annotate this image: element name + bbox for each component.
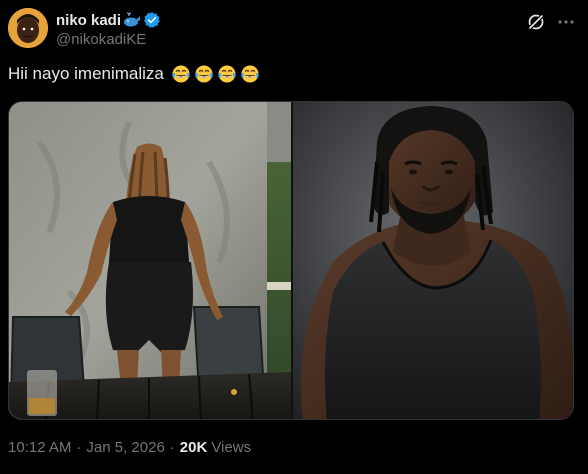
photo-wrestler-portrait[interactable] [293, 102, 574, 420]
grok-icon[interactable] [526, 12, 546, 32]
meta-separator: · [76, 439, 82, 456]
laughing-emoji-group [168, 64, 260, 84]
tweet-time[interactable]: 10:12 AM [8, 439, 71, 456]
photo-woman-from-behind[interactable] [9, 102, 291, 420]
tweet-text-body: Hii nayo imenimaliza [8, 64, 164, 83]
tweet-media[interactable] [8, 101, 574, 420]
face-with-tears-of-joy-icon [240, 64, 260, 84]
face-with-tears-of-joy-icon [171, 64, 191, 84]
author-handle[interactable]: @nikokadiKE [56, 31, 146, 48]
face-with-tears-of-joy-icon [194, 64, 214, 84]
face-with-tears-of-joy-icon [217, 64, 237, 84]
verified-badge-icon[interactable] [143, 11, 161, 29]
meta-separator-2: · [169, 439, 175, 456]
author-display-name[interactable]: niko kadi [56, 12, 121, 29]
tweet-text: Hii nayo imenimaliza [8, 64, 260, 84]
views-label: Views [211, 439, 252, 456]
tweet-meta: 10:12 AM · Jan 5, 2026 · 20K Views [8, 439, 251, 456]
whale-emoji-icon [123, 11, 141, 29]
views-count[interactable]: 20K [180, 439, 208, 456]
more-options-icon[interactable] [556, 12, 576, 32]
tweet-card[interactable]: niko kadi @nikokadiKE Hii nayo imenimali… [0, 0, 588, 474]
tweet-date[interactable]: Jan 5, 2026 [86, 439, 164, 456]
author-avatar[interactable] [8, 8, 48, 48]
